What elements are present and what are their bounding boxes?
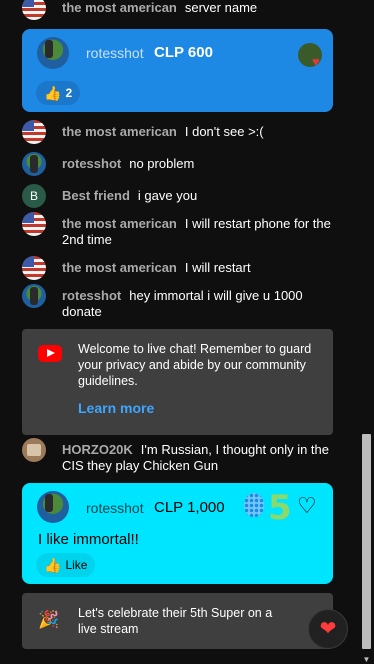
avatar[interactable] xyxy=(22,120,46,144)
message-text: i gave you xyxy=(137,188,198,203)
heart-reaction-button[interactable]: ❤ xyxy=(308,609,348,649)
super-chat-message: I like immortal!! xyxy=(38,531,139,548)
chat-message: rotesshot no problem xyxy=(22,152,334,176)
avatar[interactable] xyxy=(22,212,46,236)
message-text: I don't see >:( xyxy=(184,124,264,139)
milestone-number: 5 xyxy=(268,488,292,528)
scrollbar-thumb[interactable] xyxy=(362,434,371,649)
super-chat[interactable]: rotesshot CLP 600 ♥ 👍 2 xyxy=(22,29,333,112)
author-name[interactable]: HORZO20K xyxy=(62,442,133,457)
super-chat-amount: CLP 1,000 xyxy=(154,499,225,516)
chat-message: HORZO20K I'm Russian, I thought only in t… xyxy=(22,438,334,474)
author-name[interactable]: the most american xyxy=(62,216,177,231)
message-text: I will restart xyxy=(184,260,251,275)
chat-message: rotesshot hey immortal i will give u 1000… xyxy=(22,284,334,320)
author-name[interactable]: Best friend xyxy=(62,188,130,203)
heart-outline-icon[interactable]: ♡ xyxy=(297,493,317,519)
avatar[interactable] xyxy=(22,284,46,308)
chat-message: the most american I will restart phone fo… xyxy=(22,212,334,248)
like-button[interactable]: 👍 2 xyxy=(36,81,81,105)
heart-icon: ♥ xyxy=(312,54,320,69)
author-name[interactable]: the most american xyxy=(62,260,177,275)
thumbs-up-icon: 👍 xyxy=(44,84,62,101)
avatar[interactable] xyxy=(22,0,46,20)
avatar[interactable] xyxy=(22,438,46,462)
balloon-icon xyxy=(244,493,264,517)
message-text: no problem xyxy=(129,156,195,171)
welcome-banner: Welcome to live chat! Remember to guard … xyxy=(22,329,333,435)
celebrate-banner[interactable]: 🎉 Let's celebrate their 5th Super on a l… xyxy=(22,593,333,649)
super-chat-amount: CLP 600 xyxy=(154,44,213,61)
live-chat: the most american server name rotesshot C… xyxy=(0,0,360,664)
like-count: 2 xyxy=(65,86,73,100)
chat-message: the most american I don't see >:( xyxy=(22,120,334,144)
author-name[interactable]: rotesshot xyxy=(86,500,144,516)
chat-message: B Best friend i gave you xyxy=(22,184,334,208)
chat-message: the most american server name xyxy=(22,0,334,20)
avatar[interactable] xyxy=(22,152,46,176)
author-name[interactable]: the most american xyxy=(62,0,177,15)
message-text: server name xyxy=(184,0,258,15)
author-name[interactable]: rotesshot xyxy=(62,288,121,303)
thumbs-up-icon: 👍 xyxy=(44,556,62,573)
youtube-icon xyxy=(38,345,62,362)
avatar[interactable] xyxy=(22,256,46,280)
like-label: Like xyxy=(65,558,88,572)
celebrate-text: Let's celebrate their 5th Super on a liv… xyxy=(78,606,273,636)
avatar[interactable]: B xyxy=(22,184,46,208)
avatar[interactable] xyxy=(37,37,69,69)
welcome-text: Welcome to live chat! Remember to guard … xyxy=(78,342,312,388)
author-name[interactable]: the most american xyxy=(62,124,177,139)
avatar[interactable] xyxy=(37,491,69,523)
super-chat[interactable]: rotesshot CLP 1,000 5 ♡ I like immortal!… xyxy=(22,483,333,584)
author-name[interactable]: rotesshot xyxy=(62,156,121,171)
author-name[interactable]: rotesshot xyxy=(86,45,144,61)
like-button[interactable]: 👍 Like xyxy=(36,553,96,577)
party-popper-icon: 🎉 xyxy=(38,610,60,629)
chat-message: the most american I will restart xyxy=(22,256,334,280)
scroll-down-arrow-icon[interactable]: ▼ xyxy=(362,655,371,664)
learn-more-link[interactable]: Learn more xyxy=(78,400,154,416)
